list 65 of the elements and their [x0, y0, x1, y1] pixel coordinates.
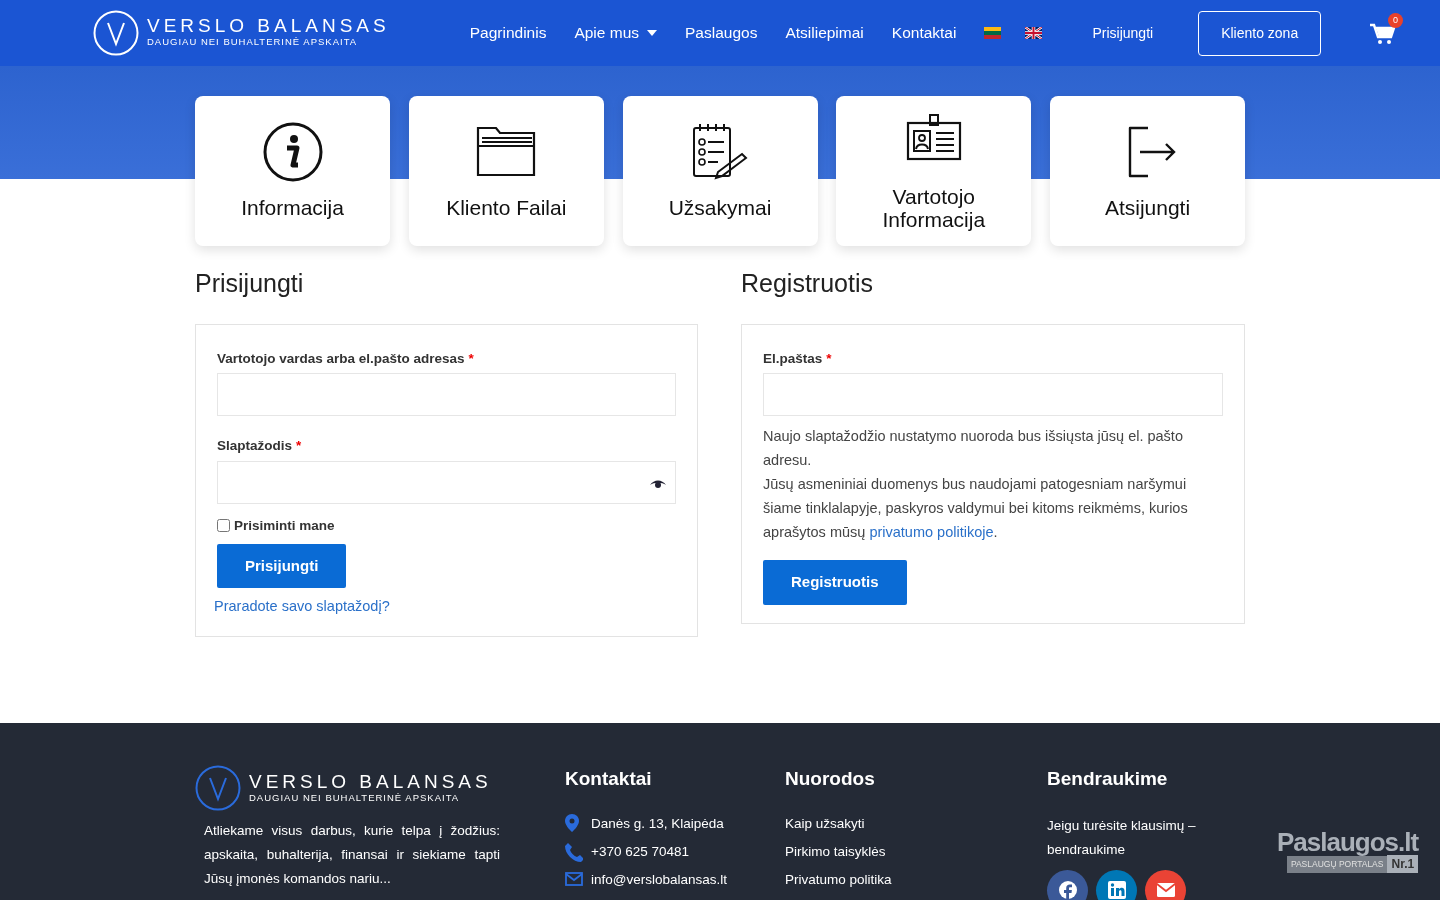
section-heading: Registruotis: [741, 268, 874, 298]
cart-count-badge: 0: [1388, 13, 1403, 28]
required-mark: *: [468, 350, 474, 368]
footer-link[interactable]: Privatumo politika: [785, 870, 1047, 891]
social-button[interactable]: [1096, 869, 1137, 900]
footer-heading: Kontaktai: [565, 767, 653, 792]
contact-text: info@verslobalansas.lt: [591, 871, 728, 890]
notice-text: Naujo slaptažodžio nustatymo nuoroda bus išsiųsta jūsų el. pašto adresu.: [763, 427, 1184, 471]
logo-subtitle: DAUGIAU NEI BUHALTERINĖ APSKAITA: [249, 790, 461, 805]
tile-card[interactable]: Vartotojo Informacija: [836, 96, 1032, 246]
badge-rank: Nr.1: [1387, 855, 1419, 874]
nav-link[interactable]: Kontaktai: [891, 21, 957, 45]
tile-card[interactable]: Atsijungti: [1050, 96, 1245, 246]
input-field[interactable]: [217, 460, 676, 504]
caret-icon: [647, 30, 657, 36]
footer-link[interactable]: Pirkimo taisyklės: [785, 842, 1047, 863]
nav-link[interactable]: Atsiliepimai: [785, 21, 864, 45]
logo-title: VERSLO BALANSAS: [147, 16, 390, 36]
nav-link[interactable]: Pagrindinis: [469, 21, 547, 45]
tile-card[interactable]: Kliento Failai: [408, 96, 604, 246]
lost-password-link[interactable]: Praradote savo slaptažodį?: [214, 596, 390, 618]
nav-link[interactable]: Paslaugos: [685, 21, 758, 45]
facebook-icon: [1057, 880, 1078, 900]
register-button[interactable]: Registruotis: [763, 560, 907, 605]
footer-heading: Bendraukime: [1047, 767, 1169, 792]
badge-subtitle: PASLAUGŲ PORTALAS: [1286, 855, 1388, 873]
logo-icon: [195, 765, 241, 812]
field-label: El.paštas: [763, 350, 823, 368]
client-zone-button[interactable]: Kliento zona: [1198, 10, 1322, 56]
phone-icon: [565, 842, 583, 862]
info-icon: [262, 122, 323, 183]
logo-title: VERSLO BALANSAS: [249, 771, 492, 791]
required-mark: *: [826, 350, 832, 368]
logo-icon: [93, 10, 139, 56]
tile-card[interactable]: Užsakymai: [622, 96, 818, 246]
linkedin-icon: [1106, 880, 1127, 900]
about-text: Atliekame visus darbus, kurie telpa į žodžius: apskaita, buhalterija, finansai ir siekiame tapti Jūsų įmonės komandos nariu...: [204, 822, 500, 889]
nav-link[interactable]: Apie mus: [574, 21, 657, 45]
section-heading: Prisijungti: [195, 268, 305, 298]
social-button[interactable]: [1047, 869, 1088, 900]
remember-checkbox[interactable]: [217, 519, 230, 533]
remember-label[interactable]: Prisiminti mane: [217, 515, 676, 536]
tile-card[interactable]: Informacija: [195, 96, 390, 246]
privacy-link[interactable]: privatumo politikoje: [869, 524, 994, 541]
logo-subtitle: DAUGIAU NEI BUHALTERINĖ APSKAITA: [147, 35, 359, 50]
contact-text: Danės g. 13, Klaipėda: [591, 814, 724, 833]
field-label: Vartotojo vardas arba el.pašto adresas: [217, 350, 465, 368]
flag-icon[interactable]: [1025, 27, 1043, 39]
eye-icon[interactable]: [650, 478, 666, 489]
input-field[interactable]: [217, 373, 676, 417]
login-link[interactable]: Prisijungti: [1092, 22, 1154, 44]
social-text: Jeigu turėsite klausimų – bendraukime: [1047, 816, 1197, 859]
field-label: Slaptažodis: [217, 437, 292, 456]
social-button[interactable]: [1145, 869, 1186, 900]
cart-icon[interactable]: [1370, 22, 1396, 45]
contact-text: +370 625 70481: [591, 843, 689, 861]
required-mark: *: [296, 437, 302, 456]
footer-link[interactable]: Kaip užsakyti: [785, 813, 1047, 834]
envelope-icon: [1155, 880, 1176, 900]
footer-heading: Nuorodos: [785, 767, 876, 792]
checklist-icon: [690, 122, 750, 183]
input-field[interactable]: [763, 373, 1223, 417]
privacy-text: Jūsų asmeniniai duomenys bus naudojami patogesniam naršymui šiame tinklalapyje, paskyros valdymui bei kitoms reikmėms, kurios aprašytos mūsų privatumo politikoje.: [763, 475, 1189, 543]
login-button[interactable]: Prisijungti: [217, 543, 347, 589]
badge-title: Paslaugos.lt: [1277, 829, 1419, 856]
